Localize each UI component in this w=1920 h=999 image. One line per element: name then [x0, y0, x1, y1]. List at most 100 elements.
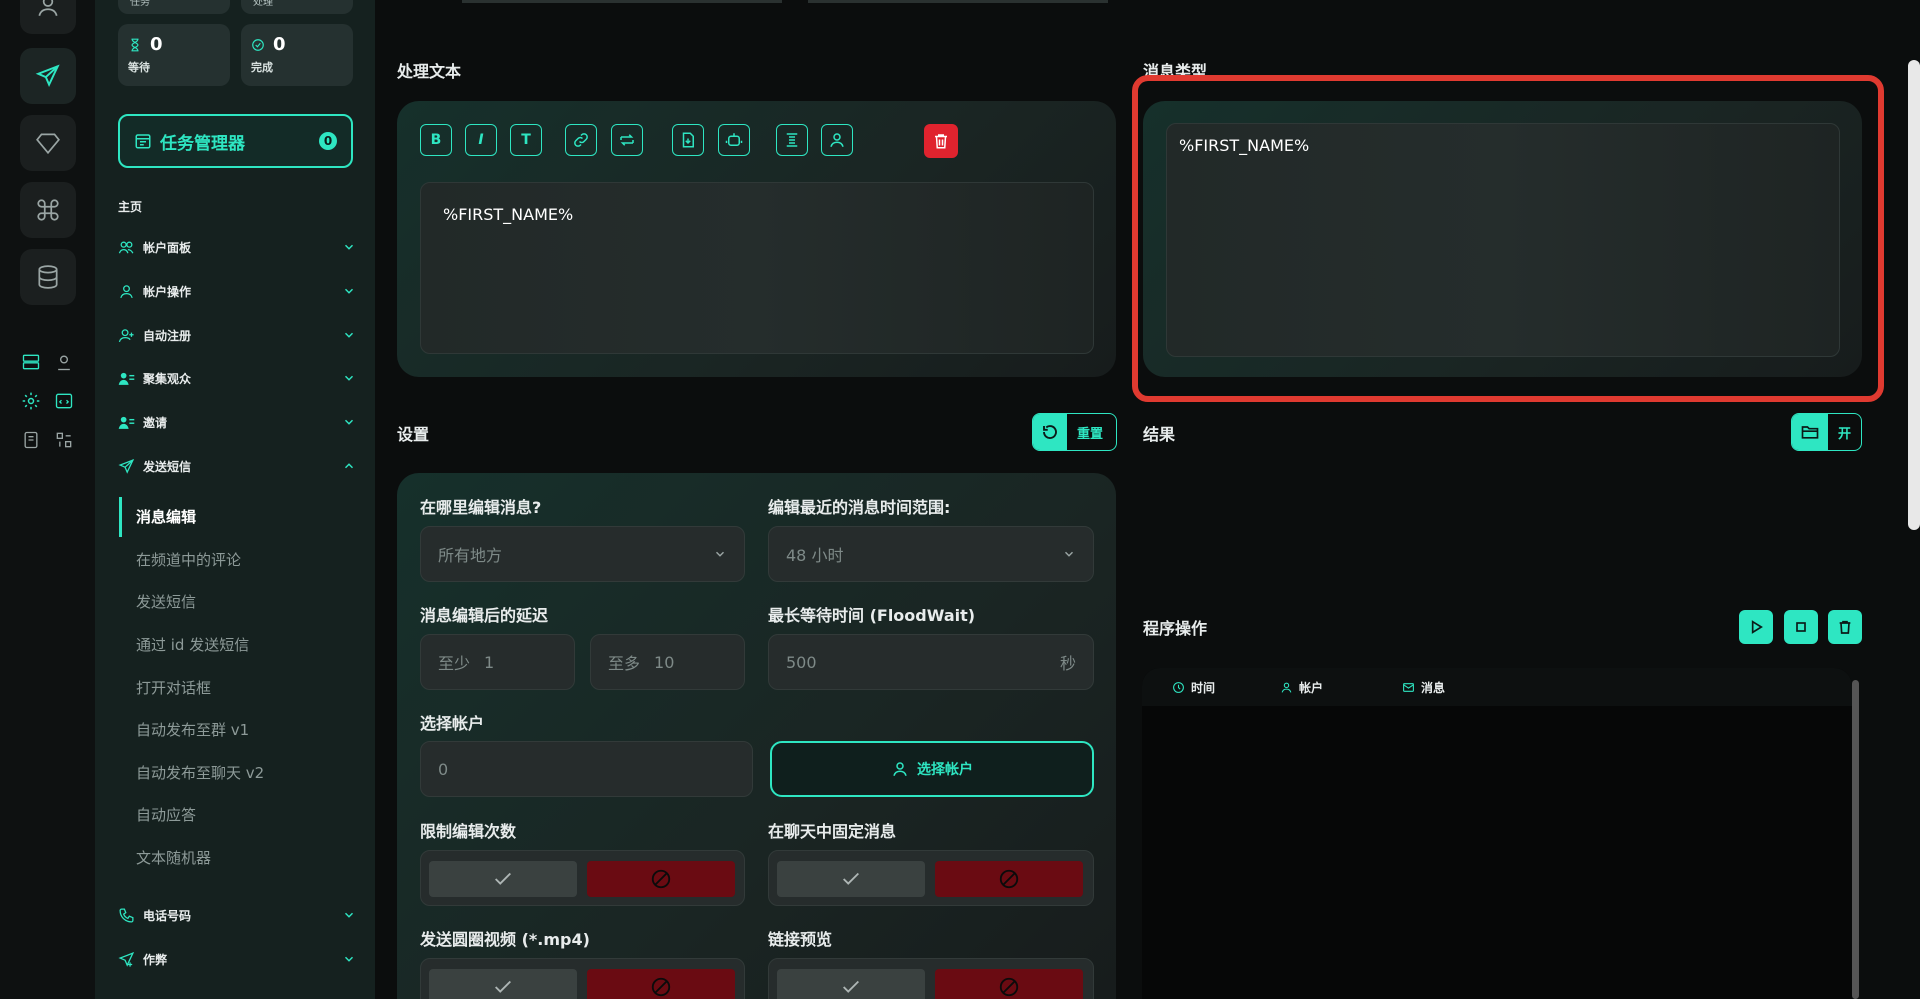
menu-item-cheat[interactable]: 作弊 [118, 944, 356, 974]
phone-icon [119, 907, 134, 923]
menu-item-account-panel[interactable]: 帐户面板 [118, 232, 356, 262]
sub-item-autopost-group[interactable]: 自动发布至群 v1 [136, 719, 249, 740]
stat-value: 0 [273, 34, 286, 55]
sub-item-open-dialog[interactable]: 打开对话框 [136, 677, 211, 698]
sub-item-send-sms[interactable]: 发送短信 [136, 591, 196, 612]
accounts-input[interactable]: 0 [420, 741, 753, 797]
floodwait-unit: 秒 [1059, 654, 1076, 673]
menu-item-label: 帐户操作 [143, 284, 192, 299]
rail-notes-button[interactable] [19, 428, 43, 452]
menu-item-phone-number[interactable]: 电话号码 [118, 900, 356, 930]
link-button[interactable] [565, 124, 597, 156]
icon-rail [0, 0, 95, 999]
task-manager-button[interactable]: 任务管理器 0 [118, 114, 353, 168]
robot-button[interactable] [718, 124, 750, 156]
menu-item-account-ops[interactable]: 帐户操作 [118, 276, 356, 306]
reset-button[interactable]: 重置 [1032, 413, 1117, 451]
video-no-button[interactable] [587, 969, 735, 999]
check-icon [495, 872, 511, 885]
active-indicator [119, 497, 122, 537]
repeat-button[interactable] [611, 124, 643, 156]
delay-max-input[interactable]: 至多 10 [590, 634, 745, 690]
preview-no-button[interactable] [935, 969, 1083, 999]
rail-location-button[interactable] [52, 350, 76, 374]
rail-send-button[interactable] [20, 48, 76, 104]
log-table: 时间 帐户 消息 [1142, 668, 1852, 999]
rail-diamond-button[interactable] [20, 115, 76, 171]
menu-item-gather-audience[interactable]: 聚集观众 [118, 363, 356, 393]
clear-log-button[interactable] [1828, 610, 1862, 644]
select-accounts-button[interactable]: 选择帐户 [770, 741, 1094, 797]
rail-command-button[interactable] [20, 182, 76, 238]
pin-toggle [768, 850, 1094, 906]
chevron-down-icon [344, 419, 354, 425]
users-list-icon [118, 372, 135, 385]
italic-button[interactable]: I [465, 124, 497, 156]
sub-item-autopost-chat[interactable]: 自动发布至聊天 v2 [136, 762, 264, 783]
preview-label: 链接预览 [768, 930, 833, 949]
sub-item-text-randomizer[interactable]: 文本随机器 [136, 847, 211, 868]
settings-title: 设置 [397, 425, 430, 444]
limit-no-button[interactable] [587, 861, 735, 897]
menu-item-label: 邀请 [143, 415, 168, 430]
delete-button[interactable] [924, 124, 958, 158]
accounts-label: 选择帐户 [420, 714, 485, 733]
start-button[interactable] [1739, 610, 1773, 644]
video-label: 发送圆圈视频 (*.mp4) [420, 930, 590, 949]
refresh-icon [1043, 425, 1057, 439]
pin-yes-button[interactable] [777, 861, 925, 897]
reset-label: 重置 [1077, 426, 1104, 442]
mail-icon [1403, 683, 1414, 692]
page-scrollbar[interactable] [1908, 60, 1920, 530]
range-select[interactable]: 48 小时 [768, 526, 1094, 582]
sub-item-channel-comments[interactable]: 在频道中的评论 [136, 549, 241, 570]
rail-server-button[interactable] [19, 350, 43, 374]
user-icon [830, 133, 844, 147]
floodwait-label: 最长等待时间 (FloodWait) [768, 606, 976, 625]
menu-item-label: 发送短信 [143, 459, 192, 474]
users-icon [118, 241, 134, 253]
open-folder-button[interactable]: 开 [1791, 413, 1862, 451]
log-header: 时间 帐户 消息 [1142, 668, 1852, 706]
align-text-button[interactable] [776, 124, 808, 156]
menu-item-invite[interactable]: 邀请 [118, 407, 356, 437]
stop-button[interactable] [1784, 610, 1818, 644]
repeat-icon [620, 134, 634, 146]
rail-database-button[interactable] [20, 249, 76, 305]
task-manager-badge: 0 [319, 132, 337, 150]
sub-item-auto-reply[interactable]: 自动应答 [136, 804, 196, 825]
text-button[interactable]: T [510, 124, 542, 156]
where-value: 所有地方 [438, 546, 503, 565]
delay-min-value: 1 [484, 652, 495, 672]
rail-settings-button[interactable] [19, 389, 43, 413]
bold-button[interactable]: B [420, 124, 452, 156]
limit-yes-button[interactable] [429, 861, 577, 897]
floodwait-input[interactable]: 500 秒 [768, 634, 1094, 690]
log-col-label: 时间 [1191, 681, 1216, 695]
chevron-down-icon [344, 375, 354, 381]
italic-label: I [478, 132, 484, 148]
pin-no-button[interactable] [935, 861, 1083, 897]
menu-item-auto-register[interactable]: 自动注册 [118, 320, 356, 350]
chevron-down-icon [344, 244, 354, 250]
location-user-icon [58, 355, 70, 371]
sub-item-message-edit[interactable]: 消息编辑 [136, 506, 196, 527]
grid-icon [56, 432, 72, 448]
process-text-textarea[interactable]: %FIRST_NAME% [420, 182, 1094, 354]
gear-icon [22, 392, 40, 410]
sub-item-send-by-id[interactable]: 通过 id 发送短信 [136, 634, 249, 655]
file-download-button[interactable] [672, 124, 704, 156]
select-accounts-label: 选择帐户 [917, 762, 973, 778]
log-scrollbar[interactable] [1852, 680, 1859, 999]
where-select[interactable]: 所有地方 [420, 526, 745, 582]
user-tag-button[interactable] [821, 124, 853, 156]
video-yes-button[interactable] [429, 969, 577, 999]
rail-code-button[interactable] [52, 389, 76, 413]
chevron-down-icon [715, 551, 725, 557]
stop-icon [1796, 622, 1806, 632]
rail-grid-button[interactable] [52, 428, 76, 452]
delay-min-input[interactable]: 至少 1 [420, 634, 575, 690]
rail-profile-button[interactable] [20, 0, 76, 34]
preview-yes-button[interactable] [777, 969, 925, 999]
menu-item-send-sms[interactable]: 发送短信 [118, 451, 356, 481]
